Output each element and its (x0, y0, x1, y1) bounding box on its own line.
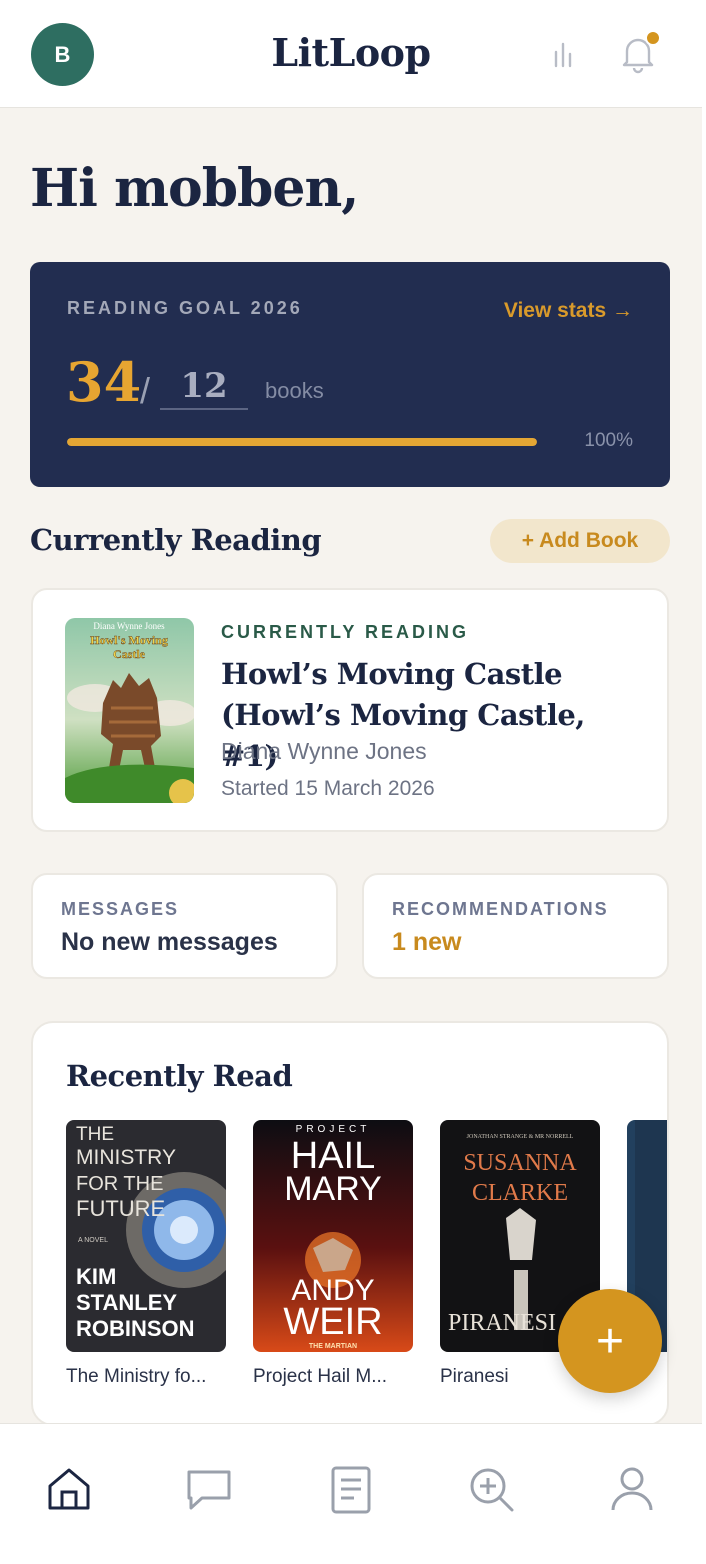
view-stats-link[interactable]: View stats → (504, 299, 633, 323)
svg-text:Castle: Castle (113, 647, 146, 661)
svg-text:PIRANESI: PIRANESI (448, 1310, 556, 1336)
messages-label: MESSAGES (61, 899, 180, 919)
recent-book[interactable]: THE MINISTRY FOR THE FUTURE A NOVEL KIM … (66, 1120, 226, 1388)
svg-text:A NOVEL: A NOVEL (78, 1237, 108, 1244)
recommendations-card[interactable]: RECOMMENDATIONS 1 new (362, 873, 669, 979)
stats-icon[interactable] (548, 40, 578, 70)
goal-slash: / (140, 370, 151, 411)
section-title-currently-reading: Currently Reading (30, 523, 322, 557)
svg-text:SUSANNA: SUSANNA (463, 1150, 577, 1176)
book-cover[interactable]: PROJECT HAIL MARY ANDY WEIR THE MARTIAN (253, 1120, 413, 1352)
profile-icon[interactable] (607, 1464, 657, 1514)
goal-progress-bar (67, 438, 537, 446)
book-started-date: Started 15 March 2026 (221, 777, 435, 800)
add-fab-button[interactable]: + (558, 1289, 662, 1393)
book-cover[interactable]: THE MINISTRY FOR THE FUTURE A NOVEL KIM … (66, 1120, 226, 1352)
svg-text:FUTURE: FUTURE (76, 1196, 165, 1221)
recent-book-title[interactable]: The Ministry fo... (66, 1366, 226, 1388)
app-title: LitLoop (271, 30, 431, 75)
recent-book[interactable]: PROJECT HAIL MARY ANDY WEIR THE MARTIAN … (253, 1120, 413, 1388)
svg-text:THE MARTIAN: THE MARTIAN (309, 1343, 357, 1350)
svg-text:ROBINSON: ROBINSON (76, 1316, 195, 1341)
notification-dot (645, 30, 661, 46)
svg-text:KIM: KIM (76, 1264, 116, 1289)
svg-text:THE: THE (76, 1124, 114, 1145)
svg-text:WEIR: WEIR (283, 1301, 382, 1343)
svg-text:STANLEY: STANLEY (76, 1290, 177, 1315)
goal-count: 34 (66, 350, 142, 414)
svg-text:MARY: MARY (284, 1170, 382, 1208)
greeting: Hi mobben, (30, 158, 359, 219)
svg-text:Diana Wynne Jones: Diana Wynne Jones (93, 621, 165, 631)
home-icon[interactable] (44, 1464, 94, 1514)
messages-value: No new messages (61, 928, 278, 956)
goal-unit: books (265, 378, 324, 403)
recommendations-label: RECOMMENDATIONS (392, 899, 609, 919)
add-book-button[interactable]: + Add Book (490, 519, 670, 563)
goal-progress-fill (67, 438, 537, 446)
recently-read-title: Recently Read (66, 1059, 293, 1093)
book-icon[interactable] (326, 1464, 376, 1514)
side-strip (702, 0, 706, 1564)
bottom-nav (0, 1423, 702, 1564)
svg-text:MINISTRY: MINISTRY (76, 1146, 176, 1169)
svg-text:CLARKE: CLARKE (472, 1180, 568, 1206)
book-author: Diana Wynne Jones (221, 738, 427, 764)
recent-book-title[interactable]: Project Hail M... (253, 1366, 413, 1388)
recommendations-value: 1 new (392, 928, 462, 956)
messages-card[interactable]: MESSAGES No new messages (31, 873, 338, 979)
svg-text:JONATHAN STRANGE & MR NORRELL: JONATHAN STRANGE & MR NORRELL (467, 1134, 574, 1140)
currently-reading-card[interactable]: Diana Wynne Jones Howl's Moving Castle C… (31, 588, 669, 832)
goal-percent: 100% (584, 430, 633, 451)
svg-text:FOR THE: FOR THE (76, 1173, 163, 1195)
goal-target-input[interactable]: 12 (160, 362, 248, 410)
svg-text:Howl's Moving: Howl's Moving (90, 633, 168, 647)
book-cover[interactable]: Diana Wynne Jones Howl's Moving Castle (65, 618, 194, 803)
goal-label: READING GOAL 2026 (67, 298, 303, 318)
chat-icon[interactable] (184, 1464, 234, 1514)
reading-goal-card: READING GOAL 2026 View stats → 34 / 12 b… (30, 262, 670, 487)
svg-text:PROJECT: PROJECT (296, 1124, 371, 1135)
search-plus-icon[interactable] (466, 1464, 516, 1514)
app-header: B LitLoop (0, 0, 702, 108)
reading-kicker: CURRENTLY READING (221, 622, 470, 642)
